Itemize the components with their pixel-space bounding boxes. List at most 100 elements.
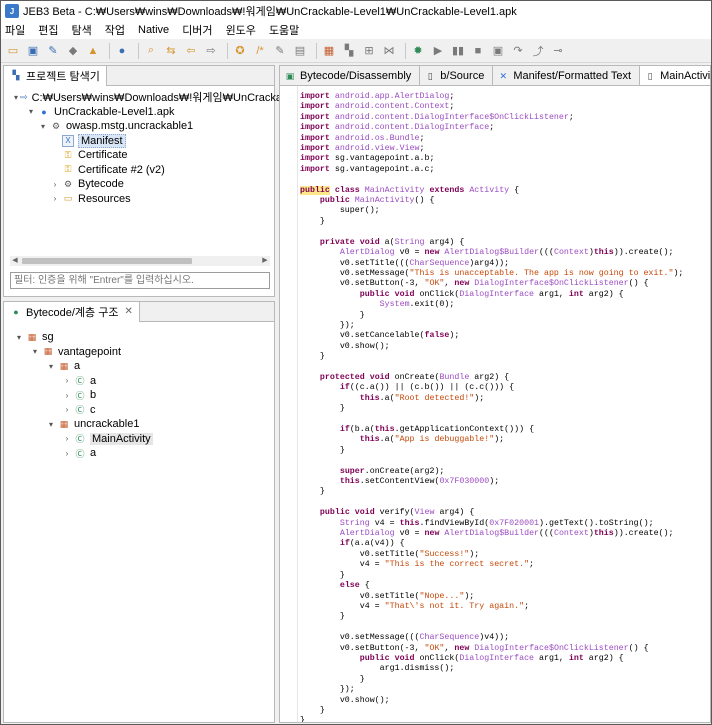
note-icon[interactable]: ▤ [292, 43, 308, 59]
tree-node-apk[interactable]: ▾ ● UnCrackable-Level1.apk [4, 105, 274, 120]
tree-node-uncrackable1[interactable]: ▾ ▦ uncrackable1 [4, 417, 274, 432]
stop-icon[interactable]: ■ [470, 43, 486, 59]
forward-icon[interactable]: ⇨ [203, 43, 219, 59]
tab-label: Bytecode/계층 구조 [26, 306, 119, 319]
comment-icon[interactable]: /* [252, 43, 268, 59]
tree-node-certificate-v2[interactable]: ⚿ Certificate #2 (v2) [4, 163, 274, 178]
warning-icon[interactable]: ▲ [85, 43, 101, 59]
node-label: Bytecode [78, 178, 124, 191]
tree-node-class-a[interactable]: › Ⓒ a [4, 374, 274, 389]
package-icon: ⚙ [51, 120, 61, 131]
run-icon[interactable]: ◆ [65, 43, 81, 59]
expand-icon[interactable]: › [50, 194, 60, 203]
menu-navigate[interactable]: 탐색 [72, 22, 92, 38]
collapse-icon[interactable]: ▾ [30, 347, 40, 356]
close-icon[interactable]: ✕ [124, 306, 132, 317]
step-over-icon[interactable]: ↷ [510, 43, 526, 59]
rename-icon[interactable]: ✪ [232, 43, 248, 59]
tab-project-explorer[interactable]: ▚ 프로젝트 탐색기 [4, 65, 107, 86]
jeb-app-icon: J [5, 4, 19, 18]
node-label: MainActivity [90, 432, 153, 445]
collapse-icon[interactable]: ▾ [26, 107, 36, 116]
scroll-left-icon[interactable]: ◀ [10, 256, 20, 266]
source-file-icon: ▯ [647, 70, 653, 81]
split-icon[interactable]: ⋈ [381, 43, 397, 59]
node-label: sg [42, 331, 54, 344]
toolbar: ▭ ▣ ✎ ◆ ▲ ● ⌕ ⇆ ⇦ ⇨ ✪ /* ✎ ▤ ▦ ▚ ⊞ ⋈ ✹ ▶… [1, 39, 711, 63]
expand-icon[interactable]: › [62, 434, 72, 443]
expand-icon[interactable]: › [62, 449, 72, 458]
project-explorer-tabbar: ▚ 프로젝트 탐색기 [4, 65, 274, 86]
scrollbar-thumb[interactable] [22, 258, 192, 264]
tab-bytecode-disassembly[interactable]: ▣ Bytecode/Disassembly [280, 66, 421, 85]
expand-icon[interactable]: › [62, 391, 72, 400]
collapse-icon[interactable]: ▾ [46, 420, 56, 429]
search-icon[interactable]: ⌕ [143, 43, 159, 59]
tree-node-package[interactable]: ▾ ⚙ owasp.mstg.uncrackable1 [4, 119, 274, 134]
collapse-icon[interactable]: ▾ [14, 93, 18, 102]
menu-native[interactable]: Native [138, 24, 169, 36]
menu-action[interactable]: 작업 [105, 22, 125, 38]
tree-node-resources[interactable]: › ▭ Resources [4, 192, 274, 207]
toolbar-divider [109, 42, 110, 59]
menu-debugger[interactable]: 디버거 [182, 22, 212, 38]
expand-icon[interactable]: › [62, 376, 72, 385]
menu-help[interactable]: 도움말 [269, 22, 299, 38]
expand-icon[interactable]: › [50, 180, 60, 189]
grid-icon[interactable]: ▦ [321, 43, 337, 59]
android-icon: ▣ [285, 70, 295, 81]
find-icon[interactable]: ⇆ [163, 43, 179, 59]
tree-node-certificate[interactable]: ⚿ Certificate [4, 148, 274, 163]
tree-node-sg[interactable]: ▾ ▦ sg [4, 330, 274, 345]
code-view[interactable]: import android.app.AlertDialog; import a… [280, 86, 710, 722]
tree-node-mainactivity[interactable]: › Ⓒ MainActivity [4, 432, 274, 447]
collapse-icon[interactable]: ▾ [38, 122, 48, 131]
hierarchy-tabbar: ● Bytecode/계층 구조 ✕ [4, 301, 274, 322]
tree-node-manifest[interactable]: X Manifest [4, 133, 274, 149]
attach-icon[interactable]: ⊸ [550, 43, 566, 59]
tab-b-source[interactable]: ▯ b/Source [420, 66, 494, 85]
tree-node-class-c[interactable]: › Ⓒ c [4, 403, 274, 418]
expand-icon[interactable]: › [62, 405, 72, 414]
tab-label: Manifest/Formatted Text [513, 70, 632, 82]
play-icon[interactable]: ▶ [430, 43, 446, 59]
debug-icon[interactable]: ✹ [410, 43, 426, 59]
menu-file[interactable]: 파일 [5, 22, 25, 38]
save-icon[interactable]: ▣ [25, 43, 41, 59]
globe-icon[interactable]: ● [114, 43, 130, 59]
tree-node-class-b[interactable]: › Ⓒ b [4, 388, 274, 403]
back-icon[interactable]: ⇦ [183, 43, 199, 59]
node-label: vantagepoint [58, 345, 121, 358]
toolbar-divider [227, 42, 228, 59]
node-label: a [74, 360, 81, 373]
collapse-icon[interactable]: ▾ [14, 333, 24, 342]
collapse-icon[interactable]: ▾ [46, 362, 56, 371]
apk-icon: ● [41, 106, 47, 117]
step-into-icon[interactable]: ▣ [490, 43, 506, 59]
horizontal-scrollbar[interactable]: ◀ ▶ [10, 256, 270, 266]
node-label: owasp.mstg.uncrackable1 [66, 120, 194, 133]
tree-node-class-a2[interactable]: › Ⓒ a [4, 446, 274, 461]
class-icon: Ⓒ [75, 405, 85, 416]
filter-input[interactable] [10, 272, 270, 289]
tab-mainactivity[interactable]: ▯ MainActivity/ [640, 66, 710, 85]
tree-node-vantagepoint[interactable]: ▾ ▦ vantagepoint [4, 345, 274, 360]
scroll-right-icon[interactable]: ▶ [260, 256, 270, 266]
node-label: Certificate [78, 149, 128, 162]
pencil-icon[interactable]: ✎ [272, 43, 288, 59]
graph-icon[interactable]: ▚ [341, 43, 357, 59]
step-out-icon[interactable]: ⤴ [530, 43, 546, 59]
folder-icon: ▭ [63, 193, 73, 204]
pause-icon[interactable]: ▮▮ [450, 43, 466, 59]
menu-edit[interactable]: 편집 [38, 22, 58, 38]
tree-node-path[interactable]: ▾ ⇨ C:₩Users₩wins₩Downloads₩!워게임₩UnCrack… [4, 90, 306, 105]
tab-bytecode-hierarchy[interactable]: ● Bytecode/계층 구조 ✕ [4, 301, 140, 322]
decompiled-source[interactable]: import android.app.AlertDialog; import a… [300, 92, 683, 722]
tree-node-a[interactable]: ▾ ▦ a [4, 359, 274, 374]
open-icon[interactable]: ▭ [5, 43, 21, 59]
tree-icon[interactable]: ⊞ [361, 43, 377, 59]
tab-manifest-formatted[interactable]: ✕ Manifest/Formatted Text [493, 66, 641, 85]
wrench-icon[interactable]: ✎ [45, 43, 61, 59]
menu-window[interactable]: 윈도우 [226, 22, 256, 38]
tree-node-bytecode[interactable]: › ⚙ Bytecode [4, 177, 274, 192]
